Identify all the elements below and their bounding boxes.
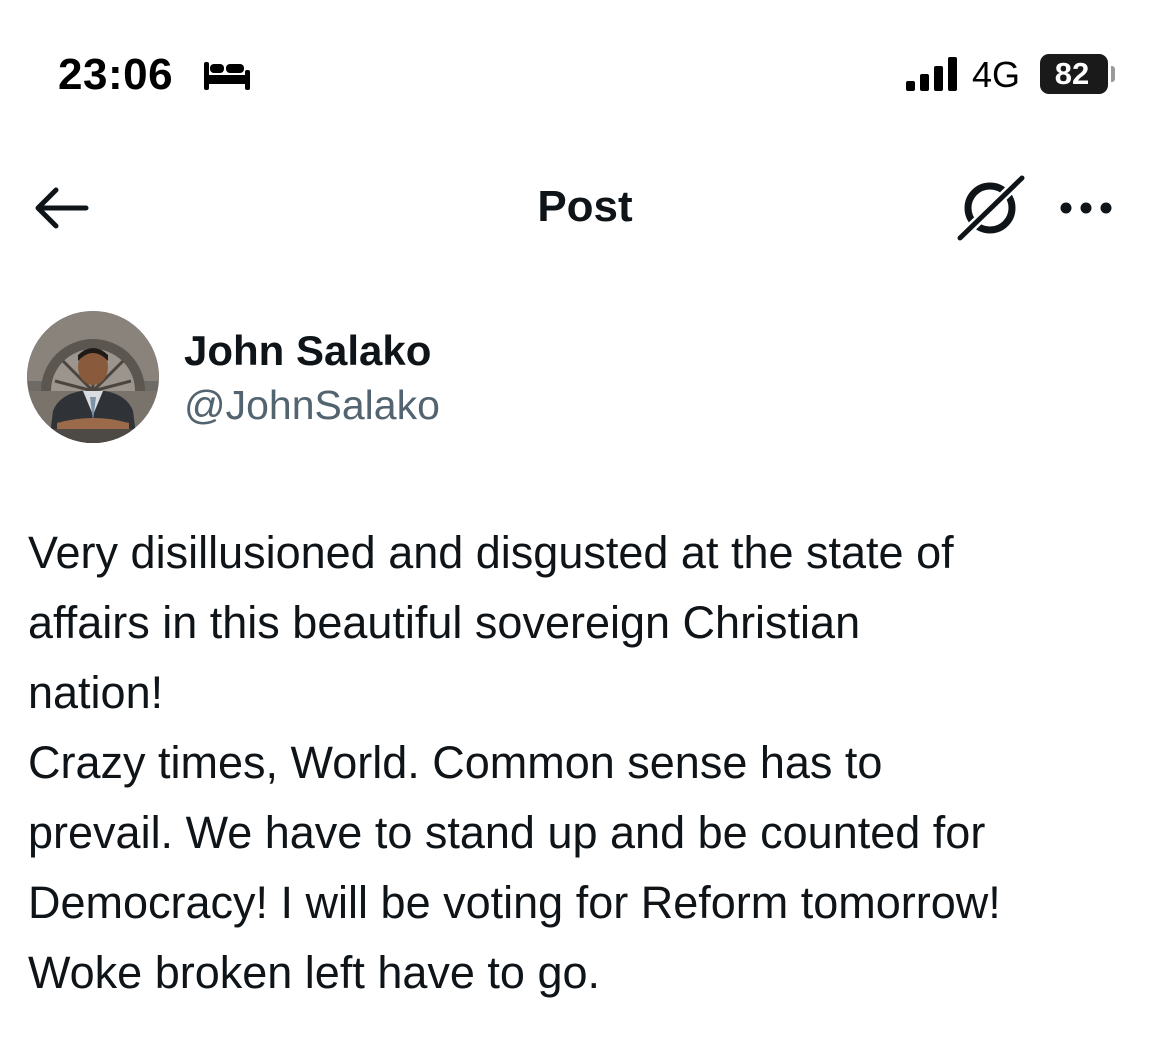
- post-text-line: Crazy times, World. Common sense has to: [28, 737, 883, 788]
- post-text-line: prevail. We have to stand up and be coun…: [28, 807, 986, 858]
- avatar[interactable]: [27, 311, 159, 443]
- bed-icon: [204, 62, 250, 90]
- status-time: 23:06: [58, 50, 174, 99]
- author-name[interactable]: John Salako: [184, 326, 431, 376]
- battery-level: 82: [1040, 54, 1108, 94]
- author-handle[interactable]: @JohnSalako: [184, 380, 440, 430]
- post-text-line: Woke broken left have to go.: [28, 947, 601, 998]
- grok-icon[interactable]: [952, 170, 1032, 242]
- post-text-line: Very disillusioned and disgusted at the …: [28, 527, 954, 578]
- battery-tip: [1111, 66, 1115, 82]
- avatar-photo: [27, 311, 159, 443]
- post-text-line: nation!: [28, 667, 164, 718]
- more-dots-icon[interactable]: [1056, 196, 1116, 220]
- post-text-line: affairs in this beautiful sovereign Chri…: [28, 597, 861, 648]
- post-text-line: Democracy! I will be voting for Reform t…: [28, 877, 1001, 928]
- post-text: Very disillusioned and disgusted at the …: [28, 518, 1148, 1008]
- signal-bars-icon: [906, 57, 957, 91]
- network-type: 4G: [972, 54, 1021, 95]
